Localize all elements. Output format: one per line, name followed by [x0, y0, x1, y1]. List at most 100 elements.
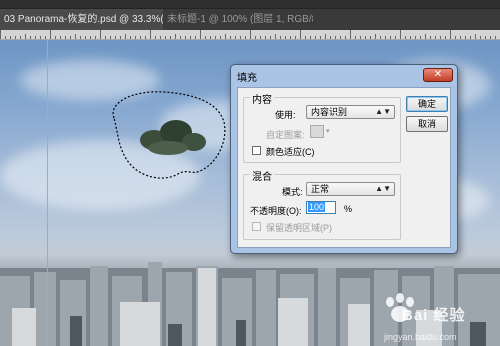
ruler-tick [330, 36, 331, 39]
ruler-tick [480, 36, 481, 39]
custom-pattern-label: 自定图案: [266, 130, 305, 140]
menu-strip [0, 0, 500, 9]
ruler-tick [15, 36, 16, 39]
ruler-tick [440, 36, 441, 39]
ruler-tick [305, 36, 306, 39]
ruler-tick [380, 36, 381, 39]
ruler-tick [485, 36, 486, 39]
ruler-tick [245, 36, 246, 39]
pattern-chevron-icon: ▾ [326, 128, 330, 135]
tab-untitled[interactable]: 未标题-1 @ 100% (图层 1, RGB/8) * [163, 9, 313, 30]
opacity-label: 不透明度(O): [250, 206, 302, 216]
ruler-tick [300, 30, 301, 39]
ruler-tick [105, 36, 106, 39]
ruler-tick [355, 36, 356, 39]
ruler-tick [390, 36, 391, 39]
ruler-tick [425, 34, 426, 39]
close-button[interactable]: ✕ [423, 68, 453, 82]
pattern-swatch [310, 125, 324, 138]
blend-group: 混合 模式: 正常 ▲▼ 不透明度(O): 100 % 保留透明区域(P) [243, 168, 401, 240]
ruler-tick [115, 36, 116, 39]
ruler-tick [225, 34, 226, 39]
ruler-tick [435, 36, 436, 39]
ruler-tick [205, 36, 206, 39]
ruler-tick [140, 36, 141, 39]
document-tabs: 03 Panorama-恢复的.psd @ 33.3%(RGB/8) * 未标题… [0, 9, 500, 30]
ruler-tick [220, 36, 221, 39]
ruler-tick [420, 36, 421, 39]
ruler-tick [260, 36, 261, 39]
blend-group-title: 混合 [250, 168, 274, 183]
ruler-tick [75, 34, 76, 39]
fill-dialog: 填充 ✕ 内容 使用: 内容识别 ▲▼ 自定图案: ▾ 颜色适应(C) 混合 模… [230, 64, 458, 254]
ruler-tick [95, 36, 96, 39]
ruler-tick [340, 36, 341, 39]
use-select[interactable]: 内容识别 ▲▼ [306, 105, 395, 119]
ruler-tick [315, 36, 316, 39]
ok-button[interactable]: 确定 [406, 96, 448, 112]
ruler-tick [235, 36, 236, 39]
content-group-title: 内容 [250, 91, 274, 106]
ruler-tick [495, 36, 496, 39]
ruler-tick [250, 30, 251, 39]
ruler-tick [35, 36, 36, 39]
ruler-tick [10, 36, 11, 39]
watermark-url: jingyan.baidu.com [384, 332, 457, 342]
document-tab-bar: 03 Panorama-恢复的.psd @ 33.3%(RGB/8) * 未标题… [0, 0, 500, 30]
ruler-tick [110, 36, 111, 39]
ruler-tick [25, 34, 26, 39]
ruler-tick [0, 30, 1, 39]
ruler-tick [345, 36, 346, 39]
preserve-transparency-checkbox[interactable] [252, 222, 261, 231]
guide-line[interactable] [47, 40, 48, 346]
ruler-tick [295, 36, 296, 39]
dialog-title: 填充 [237, 73, 257, 84]
ruler-tick [445, 36, 446, 39]
preserve-transparency-label: 保留透明区域(P) [266, 223, 332, 233]
lasso-selection[interactable] [106, 88, 228, 183]
use-select-value: 内容识别 [311, 107, 348, 117]
ruler-tick [385, 36, 386, 39]
dialog-titlebar[interactable]: 填充 ✕ [231, 65, 457, 85]
ruler-tick [470, 36, 471, 39]
ruler-tick [275, 34, 276, 39]
ruler-tick [30, 36, 31, 39]
tab-panorama[interactable]: 03 Panorama-恢复的.psd @ 33.3%(RGB/8) * [0, 9, 163, 30]
color-adapt-checkbox[interactable] [252, 146, 261, 155]
mode-label: 模式: [282, 187, 303, 197]
ruler-tick [415, 36, 416, 39]
ruler-tick [475, 34, 476, 39]
cancel-button[interactable]: 取消 [406, 116, 448, 132]
ruler-tick [195, 36, 196, 39]
ruler-tick [120, 36, 121, 39]
opacity-value: 100 [308, 202, 326, 212]
ruler-tick [50, 30, 51, 39]
ruler-tick [375, 34, 376, 39]
dialog-body: 内容 使用: 内容识别 ▲▼ 自定图案: ▾ 颜色适应(C) 混合 模式: 正常… [237, 87, 451, 248]
ruler-tick [400, 30, 401, 39]
content-group: 内容 使用: 内容识别 ▲▼ 自定图案: ▾ 颜色适应(C) [243, 91, 401, 163]
mode-select-value: 正常 [311, 184, 330, 194]
ruler-tick [325, 34, 326, 39]
ruler-tick [135, 36, 136, 39]
mode-select[interactable]: 正常 ▲▼ [306, 182, 395, 196]
ruler-tick [155, 36, 156, 39]
ruler-tick [395, 36, 396, 39]
ruler-tick [455, 36, 456, 39]
ruler-tick [150, 30, 151, 39]
ruler-tick [160, 36, 161, 39]
ruler-tick [370, 36, 371, 39]
ruler-tick [490, 36, 491, 39]
ruler-tick [240, 36, 241, 39]
opacity-unit: % [344, 204, 353, 214]
opacity-input[interactable]: 100 [306, 201, 336, 214]
watermark-text: Bai 经验 [402, 307, 466, 324]
ruler-tick [265, 36, 266, 39]
chevron-down-icon: ▲▼ [375, 184, 391, 193]
ruler-tick [280, 36, 281, 39]
ruler-tick [130, 36, 131, 39]
ruler-tick [185, 36, 186, 39]
ruler-tick [215, 36, 216, 39]
ruler-tick [320, 36, 321, 39]
ruler-tick [125, 34, 126, 39]
